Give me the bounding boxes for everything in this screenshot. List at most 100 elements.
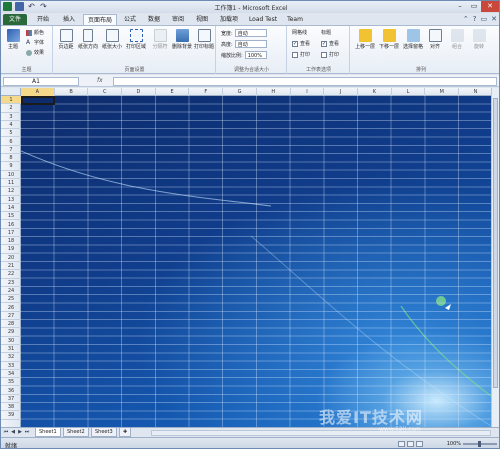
column-header-i[interactable]: I — [291, 88, 325, 96]
row-header-12[interactable]: 12 — [1, 187, 21, 196]
row-header-7[interactable]: 7 — [1, 146, 21, 155]
send-backward-button[interactable]: 下移一层 — [377, 29, 401, 50]
row-header-39[interactable]: 39 — [1, 411, 21, 420]
tab-team[interactable]: Team — [283, 14, 307, 25]
row-header-2[interactable]: 2 — [1, 104, 21, 113]
row-header-26[interactable]: 26 — [1, 304, 21, 312]
row-header-28[interactable]: 28 — [1, 320, 21, 329]
tab-page-layout[interactable]: 页面布局 — [83, 14, 117, 25]
row-header-5[interactable]: 5 — [1, 129, 21, 138]
row-header-18[interactable]: 18 — [1, 237, 21, 246]
column-header-e[interactable]: E — [156, 88, 190, 96]
row-header-4[interactable]: 4 — [1, 121, 21, 130]
fonts-button[interactable]: A 字体 — [26, 39, 44, 46]
column-header-a[interactable]: A — [21, 88, 55, 96]
row-header-35[interactable]: 35 — [1, 378, 21, 387]
row-header-20[interactable]: 20 — [1, 254, 21, 262]
selection-pane-button[interactable]: 选择窗格 — [401, 29, 425, 50]
column-header-g[interactable]: G — [223, 88, 257, 96]
select-all-corner[interactable] — [1, 88, 21, 96]
formula-input[interactable] — [113, 77, 497, 86]
ribbon-minimize-icon[interactable]: ⌃ — [463, 15, 469, 23]
gridlines-print-checkbox[interactable]: 打印 — [292, 51, 310, 58]
row-header-19[interactable]: 19 — [1, 245, 21, 254]
row-header-25[interactable]: 25 — [1, 295, 21, 304]
row-header-24[interactable]: 24 — [1, 287, 21, 296]
breaks-button[interactable]: 分隔符 — [150, 29, 170, 50]
row-header-38[interactable]: 38 — [1, 403, 21, 412]
width-select[interactable]: 自动 — [234, 29, 267, 37]
row-header-27[interactable]: 27 — [1, 312, 21, 321]
rotate-button[interactable]: 旋转 — [469, 29, 489, 50]
headings-view-checkbox[interactable]: ✓ 查看 — [321, 40, 339, 47]
row-header-6[interactable]: 6 — [1, 138, 21, 146]
maximize-icon[interactable]: ▭ — [467, 1, 481, 12]
align-button[interactable]: 对齐 — [425, 29, 445, 50]
vertical-scrollbar[interactable] — [491, 88, 499, 427]
row-header-1[interactable]: 1 — [1, 96, 21, 105]
page-layout-view-icon[interactable] — [407, 441, 414, 447]
prev-sheet-icon[interactable]: ◀ — [10, 429, 16, 435]
print-titles-button[interactable]: 打印标题 — [194, 29, 214, 50]
headings-print-checkbox[interactable]: 打印 — [321, 51, 339, 58]
column-header-k[interactable]: K — [358, 88, 392, 96]
gridlines-view-checkbox[interactable]: ✓ 查看 — [292, 40, 310, 47]
row-header-37[interactable]: 37 — [1, 395, 21, 404]
column-header-b[interactable]: B — [55, 88, 89, 96]
column-header-n[interactable]: N — [459, 88, 493, 96]
themes-button[interactable]: 主题 — [3, 29, 23, 50]
row-header-33[interactable]: 33 — [1, 362, 21, 370]
effects-button[interactable]: 效果 — [26, 49, 44, 56]
column-header-c[interactable]: C — [88, 88, 123, 96]
row-header-13[interactable]: 13 — [1, 196, 21, 204]
row-header-17[interactable]: 17 — [1, 229, 21, 238]
size-button[interactable]: 纸张大小 — [102, 29, 122, 50]
zoom-slider-handle[interactable] — [478, 441, 481, 447]
row-header-30[interactable]: 30 — [1, 337, 21, 345]
column-header-l[interactable]: L — [392, 88, 426, 96]
column-header-h[interactable]: H — [257, 88, 291, 96]
column-header-m[interactable]: M — [425, 88, 460, 96]
row-header-22[interactable]: 22 — [1, 270, 21, 279]
row-header-10[interactable]: 10 — [1, 171, 21, 179]
column-header-j[interactable]: J — [324, 88, 358, 96]
tab-insert[interactable]: 插入 — [57, 14, 81, 25]
row-header-21[interactable]: 21 — [1, 262, 21, 271]
zoom-slider[interactable] — [463, 441, 497, 447]
help-icon[interactable]: ? — [473, 15, 477, 23]
row-header-32[interactable]: 32 — [1, 353, 21, 362]
colors-button[interactable]: 颜色 — [26, 29, 44, 36]
row-header-15[interactable]: 15 — [1, 212, 21, 221]
tab-data[interactable]: 数据 — [143, 14, 165, 25]
tab-view[interactable]: 视图 — [191, 14, 213, 25]
row-header-9[interactable]: 9 — [1, 162, 21, 171]
tab-review[interactable]: 审阅 — [167, 14, 189, 25]
sheet-area[interactable] — [21, 96, 493, 427]
group-button[interactable]: 组合 — [447, 29, 467, 50]
tab-home[interactable]: 开始 — [31, 14, 55, 25]
insert-sheet-icon[interactable]: ✚ — [119, 428, 132, 437]
sheet-tab-sheet3[interactable]: Sheet3 — [91, 428, 117, 437]
delete-background-button[interactable]: 删除背景 — [172, 29, 192, 50]
row-header-23[interactable]: 23 — [1, 279, 21, 287]
row-header-8[interactable]: 8 — [1, 154, 21, 163]
orientation-button[interactable]: 纸张方向 — [78, 29, 98, 50]
restore-icon[interactable]: ▭ — [481, 15, 488, 23]
last-sheet-icon[interactable]: ⏭ — [24, 429, 30, 435]
margins-button[interactable]: 页边距 — [56, 29, 76, 50]
vertical-scroll-thumb[interactable] — [493, 98, 498, 388]
scale-input[interactable]: 100% — [244, 51, 267, 59]
sheet-tab-sheet2[interactable]: Sheet2 — [63, 428, 89, 437]
column-header-d[interactable]: D — [122, 88, 156, 96]
column-header-f[interactable]: F — [190, 88, 224, 96]
row-header-36[interactable]: 36 — [1, 387, 21, 395]
tab-addins[interactable]: 加载项 — [215, 14, 243, 25]
name-box[interactable]: A1 — [3, 77, 79, 86]
row-header-11[interactable]: 11 — [1, 179, 21, 188]
fx-icon[interactable]: fx — [97, 77, 103, 84]
row-header-34[interactable]: 34 — [1, 370, 21, 379]
zoom-level[interactable]: 100% — [447, 441, 461, 447]
height-select[interactable]: 自动 — [234, 40, 267, 48]
row-header-3[interactable]: 3 — [1, 113, 21, 121]
tab-file[interactable]: 文件 — [3, 14, 27, 25]
